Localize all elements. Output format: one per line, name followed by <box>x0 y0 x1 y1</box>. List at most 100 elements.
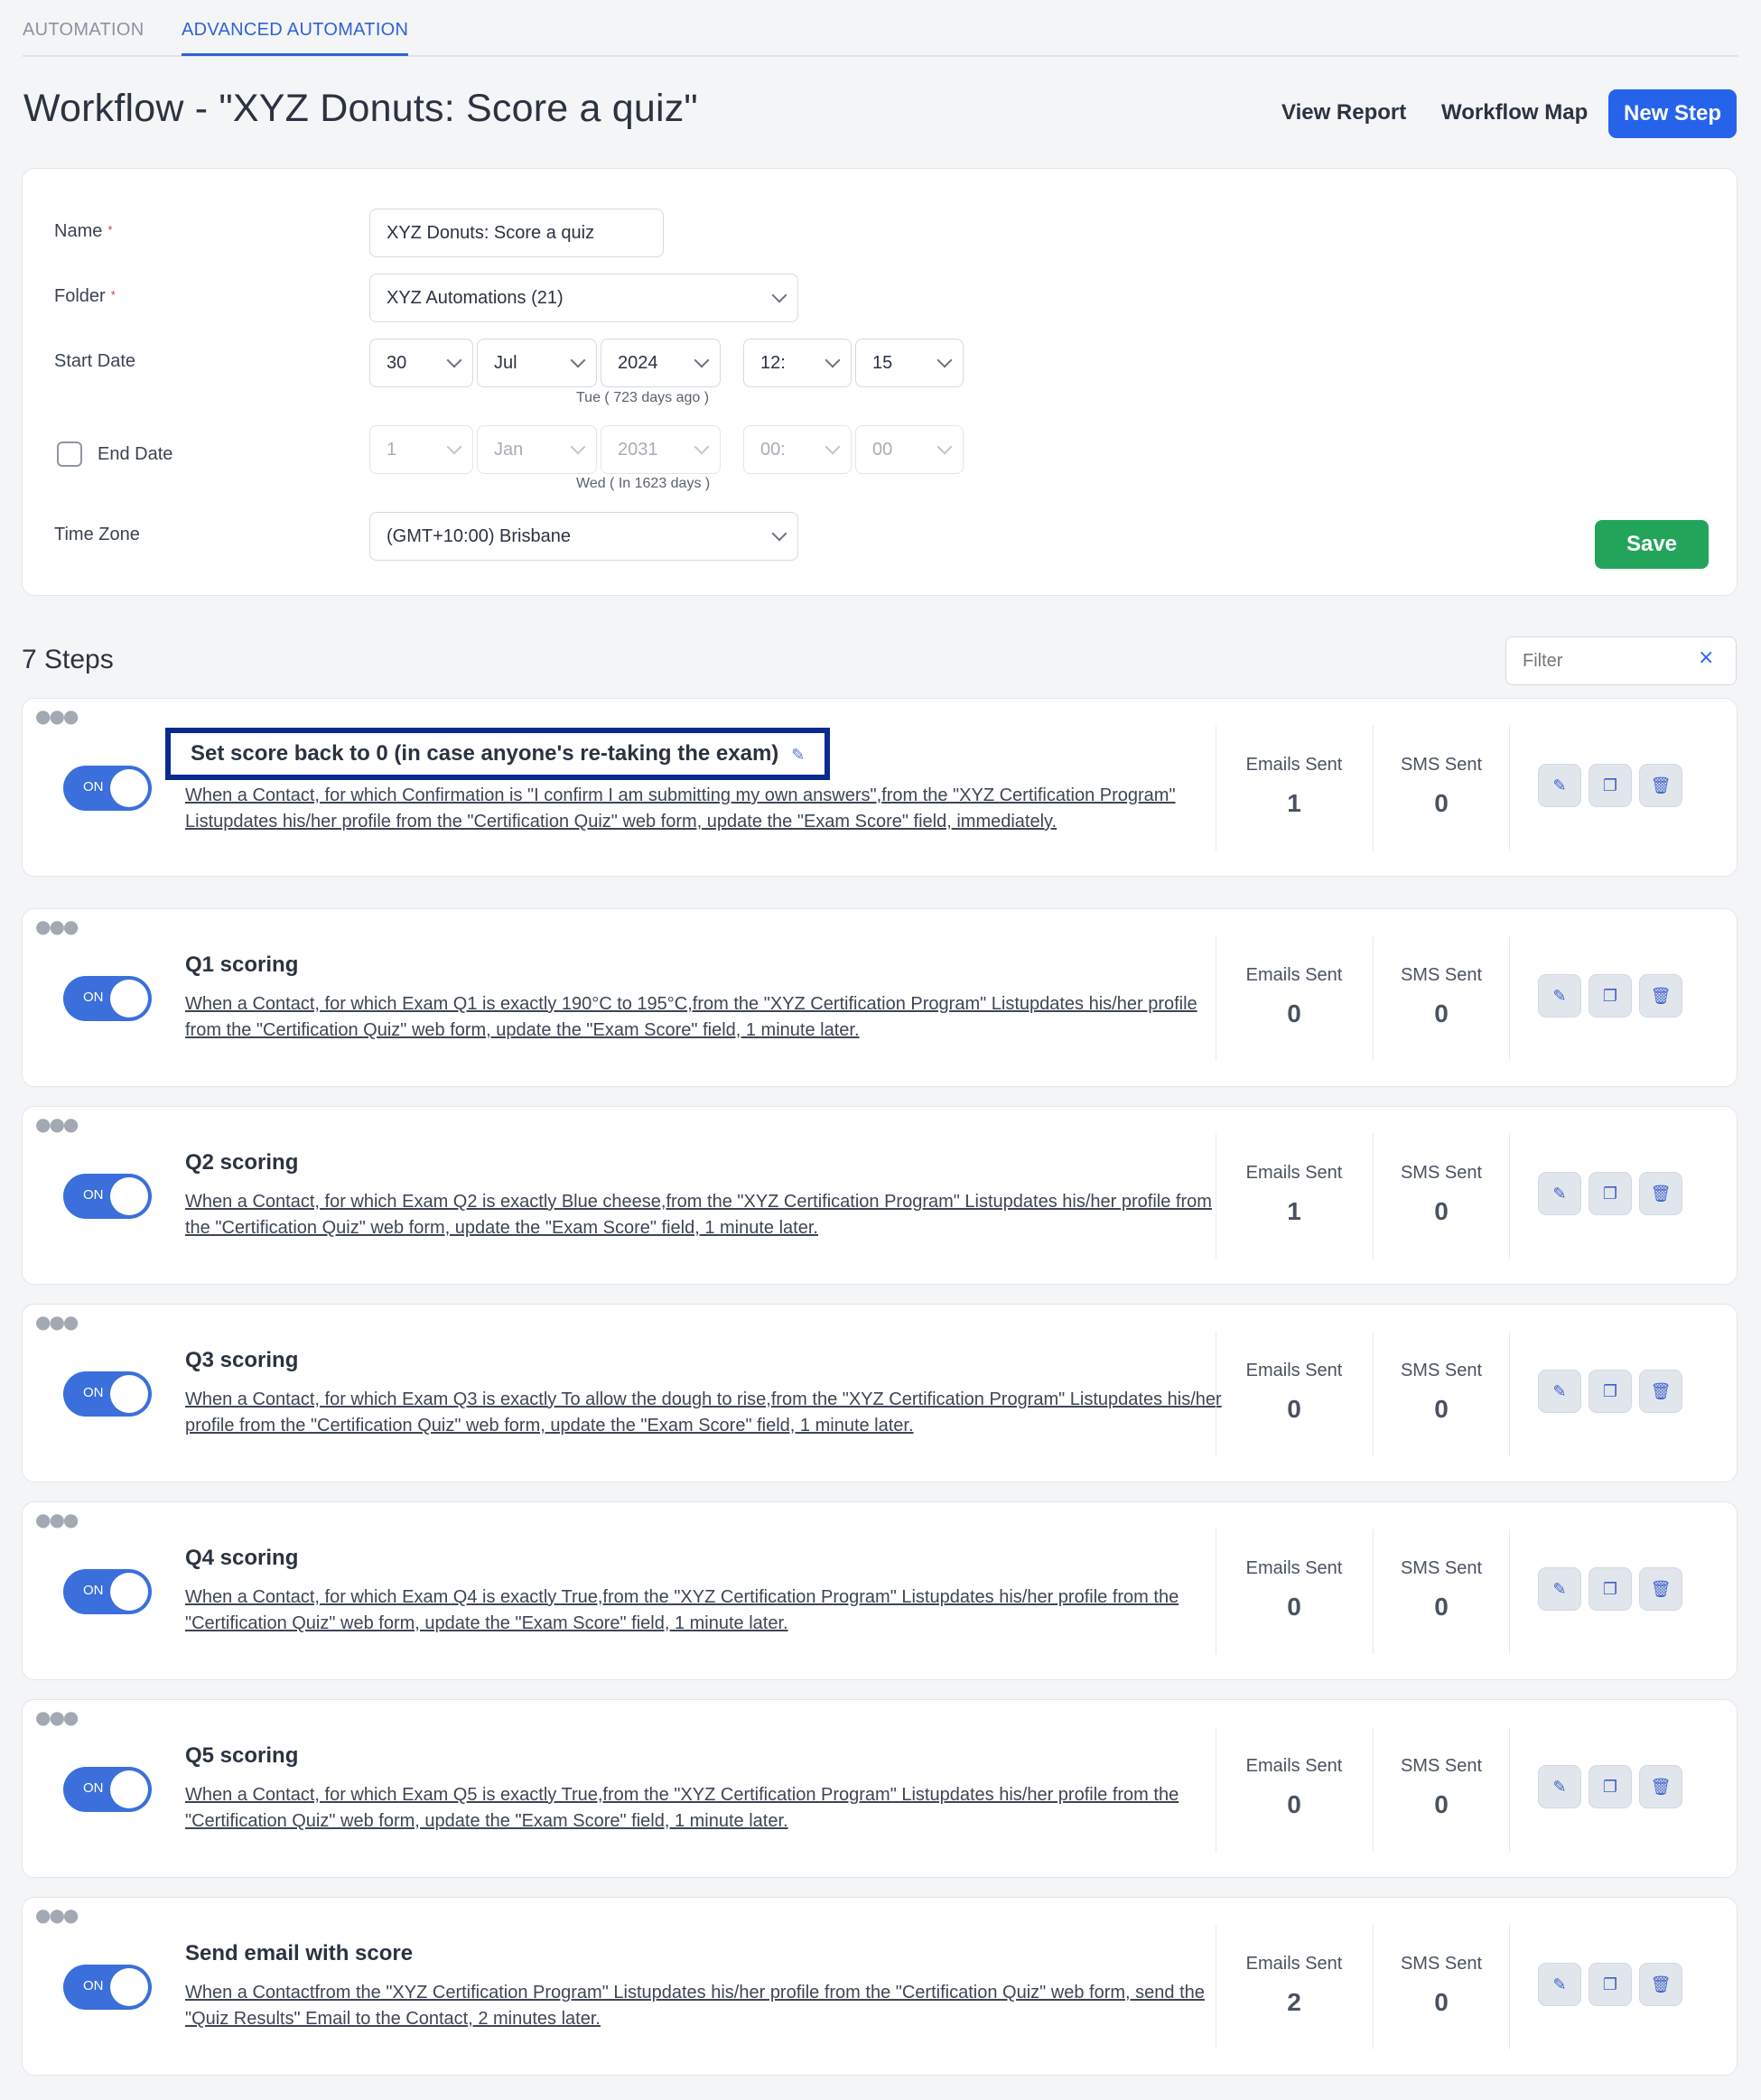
start-month-select[interactable]: Jul <box>477 339 597 387</box>
sms-sent-label: SMS Sent <box>1400 1361 1483 1380</box>
step-title[interactable]: Q3 scoring <box>185 1348 298 1373</box>
step-description-link[interactable]: When a Contact, for which Exam Q4 is exa… <box>185 1584 1228 1637</box>
trash-icon[interactable]: 🗑 <box>1639 1370 1682 1413</box>
sms-sent-value: 0 <box>1434 999 1449 1027</box>
copy-icon[interactable]: ❐ <box>1589 764 1632 807</box>
start-date-hint: Tue ( 723 days ago ) <box>576 390 710 405</box>
trash-icon[interactable]: 🗑 <box>1639 1567 1682 1611</box>
pencil-icon[interactable]: ✎ <box>1538 1172 1581 1215</box>
step-card: ●●● ON Q3 scoring When a Contact, for wh… <box>22 1304 1738 1482</box>
pencil-icon[interactable]: ✎ <box>1538 764 1581 807</box>
end-day-select[interactable]: 1 <box>369 425 473 474</box>
copy-icon[interactable]: ❐ <box>1589 1567 1632 1611</box>
start-day-value: 30 <box>387 352 407 373</box>
end-year-select[interactable]: 2031 <box>601 425 721 474</box>
divider <box>1509 936 1510 1061</box>
chevron-down-icon <box>694 439 710 455</box>
end-date-checkbox[interactable] <box>57 441 82 467</box>
start-minute-select[interactable]: 15 <box>855 339 964 387</box>
chevron-down-icon <box>771 525 787 542</box>
toggle-knob <box>110 769 148 807</box>
emails-sent-value: 0 <box>1287 1593 1301 1621</box>
trash-icon[interactable]: 🗑 <box>1639 1172 1682 1215</box>
copy-icon[interactable]: ❐ <box>1589 1963 1632 2006</box>
emails-sent-value: 0 <box>1287 1790 1301 1818</box>
chevron-down-icon <box>771 287 787 303</box>
sms-sent-value: 0 <box>1434 1197 1449 1225</box>
sms-sent-value: 0 <box>1434 1988 1449 2016</box>
clear-filter-icon[interactable]: × <box>1698 646 1714 669</box>
step-title[interactable]: Q4 scoring <box>185 1546 298 1571</box>
step-card: ●●● ON Q1 scoring When a Contact, for wh… <box>22 908 1738 1087</box>
step-toggle[interactable]: ON <box>63 976 152 1021</box>
drag-handle-icon[interactable]: ●●● <box>35 1115 79 1133</box>
end-hour-select[interactable]: 00: <box>743 425 852 474</box>
start-day-select[interactable]: 30 <box>369 339 473 387</box>
copy-icon[interactable]: ❐ <box>1589 974 1632 1017</box>
start-hour-select[interactable]: 12: <box>743 339 852 387</box>
drag-handle-icon[interactable]: ●●● <box>35 917 79 935</box>
new-step-button[interactable]: New Step <box>1608 89 1737 138</box>
step-title[interactable]: Q2 scoring <box>185 1150 298 1175</box>
step-toggle[interactable]: ON <box>63 1371 152 1417</box>
pencil-icon[interactable]: ✎ <box>791 746 805 765</box>
workflow-settings-card: Name * XYZ Donuts: Score a quiz Folder * X… <box>22 168 1738 596</box>
step-title[interactable]: Q5 scoring <box>185 1743 298 1769</box>
drag-handle-icon[interactable]: ●●● <box>35 1510 79 1529</box>
step-description-link[interactable]: When a Contact, for which Exam Q5 is exa… <box>185 1782 1228 1835</box>
copy-icon[interactable]: ❐ <box>1589 1765 1632 1808</box>
tab-advanced-automation[interactable]: ADVANCED AUTOMATION <box>182 20 409 56</box>
drag-handle-icon[interactable]: ●●● <box>35 707 79 725</box>
end-month-value: Jan <box>494 439 524 460</box>
start-date-label: Start Date <box>54 351 136 371</box>
step-title[interactable]: Q1 scoring <box>185 952 298 978</box>
end-month-select[interactable]: Jan <box>477 425 597 474</box>
step-title[interactable]: Set score back to 0 (in case anyone's re… <box>165 728 831 780</box>
copy-icon[interactable]: ❐ <box>1589 1172 1632 1215</box>
copy-icon[interactable]: ❐ <box>1589 1370 1632 1413</box>
pencil-icon[interactable]: ✎ <box>1538 1370 1581 1413</box>
start-year-select[interactable]: 2024 <box>601 339 721 387</box>
chevron-down-icon <box>825 352 841 368</box>
step-toggle[interactable]: ON <box>63 766 152 811</box>
save-button[interactable]: Save <box>1595 520 1709 569</box>
step-toggle[interactable]: ON <box>63 1767 152 1812</box>
pencil-icon[interactable]: ✎ <box>1538 1567 1581 1611</box>
trash-icon[interactable]: 🗑 <box>1639 1765 1682 1808</box>
chevron-down-icon <box>446 352 462 368</box>
divider <box>1373 726 1374 850</box>
step-description-link[interactable]: When a Contact, for which Confirmation i… <box>185 783 1228 835</box>
step-card: ●●● ON Send email with score When a Cont… <box>22 1897 1738 2076</box>
end-minute-select[interactable]: 00 <box>855 425 964 474</box>
drag-handle-icon[interactable]: ●●● <box>35 1708 79 1726</box>
step-description-link[interactable]: When a Contact, for which Exam Q3 is exa… <box>185 1387 1228 1439</box>
time-zone-select[interactable]: (GMT+10:00) Brisbane <box>369 512 798 561</box>
trash-icon[interactable]: 🗑 <box>1639 974 1682 1017</box>
divider <box>1373 1134 1374 1259</box>
emails-sent-value: 0 <box>1287 999 1301 1027</box>
drag-handle-icon[interactable]: ●●● <box>35 1906 79 1924</box>
step-description-link[interactable]: When a Contact, for which Exam Q1 is exa… <box>185 991 1228 1044</box>
view-report-button[interactable]: View Report <box>1281 100 1406 125</box>
folder-select[interactable]: XYZ Automations (21) <box>369 274 798 322</box>
step-description-link[interactable]: When a Contact, for which Exam Q2 is exa… <box>185 1189 1228 1241</box>
step-title[interactable]: Send email with score <box>185 1941 413 1966</box>
trash-icon[interactable]: 🗑 <box>1639 764 1682 807</box>
workflow-map-button[interactable]: Workflow Map <box>1441 100 1588 125</box>
pencil-icon[interactable]: ✎ <box>1538 1765 1581 1808</box>
end-date-hint: Wed ( In 1623 days ) <box>576 476 711 491</box>
folder-label: Folder * <box>54 286 116 306</box>
step-toggle[interactable]: ON <box>63 1965 152 2010</box>
pencil-icon[interactable]: ✎ <box>1538 1963 1581 2006</box>
pencil-icon[interactable]: ✎ <box>1538 974 1581 1017</box>
trash-icon[interactable]: 🗑 <box>1639 1963 1682 2006</box>
sms-sent-label: SMS Sent <box>1400 1756 1483 1776</box>
page-title: Workflow - "XYZ Donuts: Score a quiz" <box>23 87 698 130</box>
divider <box>1509 1925 1510 2049</box>
step-toggle[interactable]: ON <box>63 1174 152 1219</box>
drag-handle-icon[interactable]: ●●● <box>35 1313 79 1331</box>
step-description-link[interactable]: When a Contactfrom the "XYZ Certificatio… <box>185 1980 1228 2032</box>
step-toggle[interactable]: ON <box>63 1569 152 1614</box>
name-field[interactable]: XYZ Donuts: Score a quiz <box>369 209 664 257</box>
tab-automation[interactable]: AUTOMATION <box>23 20 144 41</box>
